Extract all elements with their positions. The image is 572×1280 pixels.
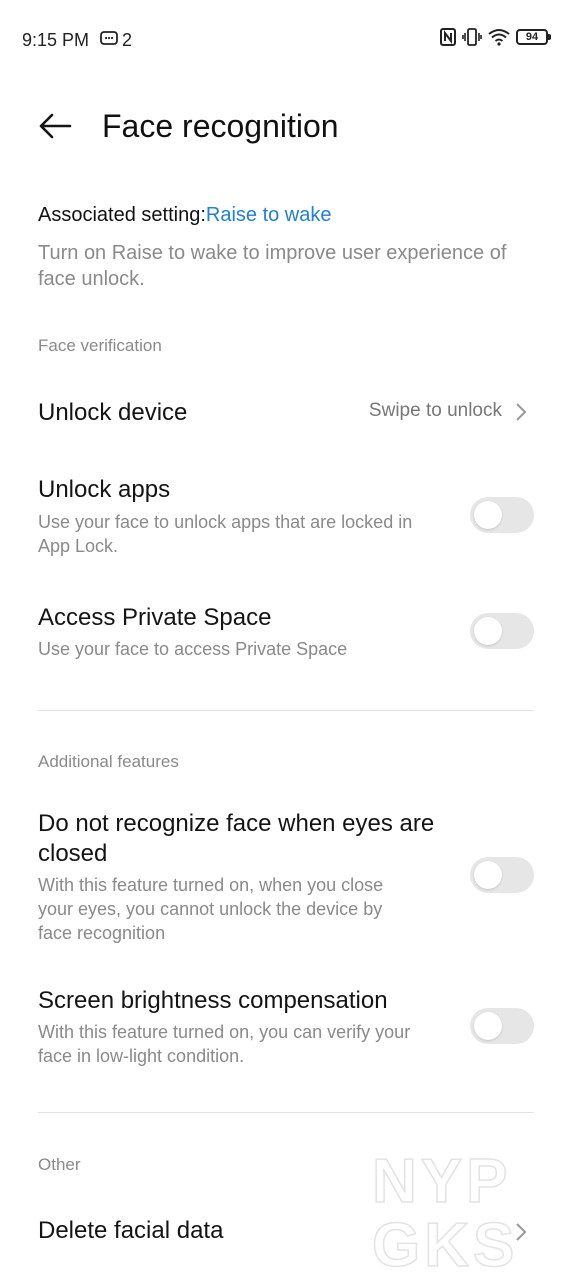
eyes-closed-subtitle: With this feature turned on, when you cl… <box>38 875 384 943</box>
notification-count: 2 <box>122 30 133 50</box>
status-time: 9:15 PM <box>22 30 90 50</box>
delete-facial-data-title: Delete facial data <box>38 1217 224 1244</box>
battery-icon: 94 <box>516 29 551 45</box>
associated-setting-description: Turn on Raise to wake to improve user ex… <box>38 242 507 290</box>
battery-level: 94 <box>525 31 539 43</box>
back-button[interactable] <box>36 108 76 148</box>
status-icons: 94 <box>440 28 551 46</box>
watermark-text-bottom: GKS <box>372 1211 518 1270</box>
divider <box>38 1112 534 1113</box>
section-other: Other <box>38 1155 81 1174</box>
unlock-apps-title: Unlock apps <box>38 476 171 503</box>
section-additional-features: Additional features <box>38 752 179 771</box>
brightness-title: Screen brightness compensation <box>38 987 388 1014</box>
brightness-toggle[interactable] <box>470 1008 534 1044</box>
face-recognition-screen: 9:15 PM 2 94 Face recognition Associated… <box>0 0 572 1280</box>
unlock-device-value: Swipe to unlock <box>368 400 502 421</box>
unlock-apps-subtitle: Use your face to unlock apps that are lo… <box>38 512 413 556</box>
brightness-subtitle: With this feature turned on, you can ver… <box>38 1022 411 1066</box>
toggle-knob <box>474 617 502 645</box>
watermark-logo: NYP GKS <box>372 1150 518 1270</box>
unlock-device-title: Unlock device <box>38 399 188 426</box>
chevron-right-icon <box>516 403 527 421</box>
unlock-apps-toggle[interactable] <box>470 497 534 533</box>
page-title: Face recognition <box>102 108 339 144</box>
section-face-verification: Face verification <box>38 336 162 355</box>
vibrate-icon <box>462 28 482 46</box>
back-arrow-icon <box>39 113 72 139</box>
status-bar: 9:15 PM 2 94 <box>0 0 572 80</box>
wifi-icon <box>488 29 510 46</box>
private-space-toggle[interactable] <box>470 613 534 649</box>
associated-setting: Associated setting:Raise to wake <box>38 204 332 227</box>
toggle-knob <box>474 1012 502 1040</box>
eyes-closed-toggle[interactable] <box>470 857 534 893</box>
private-space-title: Access Private Space <box>38 604 272 631</box>
watermark-text-top: NYP <box>372 1150 511 1216</box>
message-icon <box>100 31 118 45</box>
divider <box>38 710 534 711</box>
nfc-icon <box>440 28 456 46</box>
eyes-closed-title: Do not recognize face when eyes are clos… <box>38 810 435 867</box>
toggle-knob <box>474 861 502 889</box>
private-space-subtitle: Use your face to access Private Space <box>38 639 348 659</box>
associated-setting-label: Associated setting: <box>38 204 206 226</box>
raise-to-wake-link[interactable]: Raise to wake <box>206 204 332 226</box>
toggle-knob <box>474 501 502 529</box>
